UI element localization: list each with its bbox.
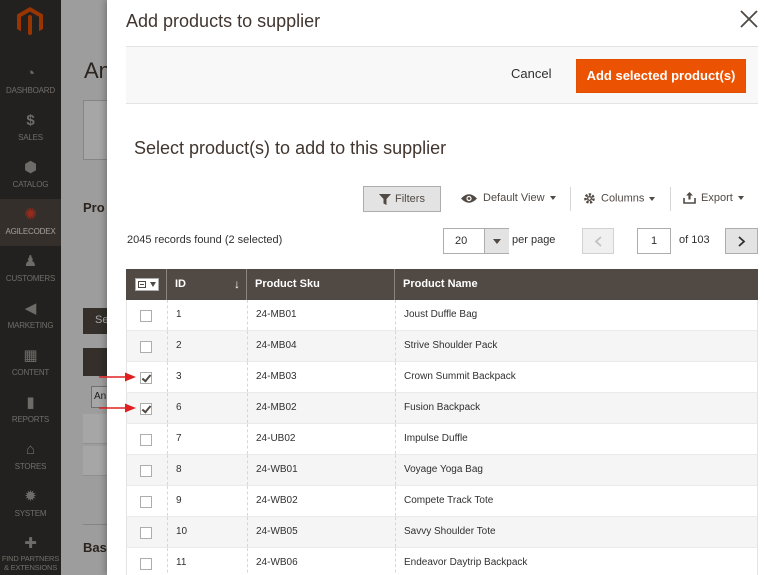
- cell-id: 6: [167, 393, 247, 423]
- cell-id: 9: [167, 486, 247, 516]
- row-checkbox[interactable]: [140, 527, 152, 539]
- columns-label: Columns: [601, 192, 645, 205]
- cell-id: 10: [167, 517, 247, 547]
- add-products-modal: Add products to supplier Cancel Add sele…: [107, 0, 765, 575]
- row-checkbox[interactable]: [140, 465, 152, 477]
- chevron-down-icon[interactable]: [484, 229, 509, 253]
- funnel-icon: [379, 193, 392, 205]
- row-checkbox[interactable]: [140, 496, 152, 508]
- default-view-dropdown[interactable]: Default View: [460, 192, 556, 204]
- cell-id: 1: [167, 300, 247, 330]
- filters-label: Filters: [395, 193, 425, 205]
- eye-icon: [461, 193, 477, 203]
- modal-title: Add products to supplier: [126, 11, 321, 31]
- table-row[interactable]: 9 24-WB02 Compete Track Tote: [126, 486, 758, 517]
- export-dropdown[interactable]: Export: [683, 192, 744, 204]
- row-select-cell: [127, 548, 167, 575]
- section-title: Select product(s) to add to this supplie…: [134, 138, 447, 158]
- cell-sku: 24-MB01: [247, 300, 395, 330]
- row-checkbox[interactable]: [140, 558, 152, 570]
- previous-page-button[interactable]: [582, 228, 614, 254]
- toolbar-divider: [670, 187, 671, 211]
- chevron-down-icon: [549, 196, 556, 201]
- cell-product-name: Savvy Shoulder Tote: [395, 517, 757, 547]
- cell-product-name: Voyage Yoga Bag: [395, 455, 757, 485]
- modal-actions-bar: Cancel Add selected product(s): [126, 46, 758, 104]
- cell-sku: 24-WB01: [247, 455, 395, 485]
- gear-icon: [584, 193, 595, 204]
- add-selected-products-button[interactable]: Add selected product(s): [576, 59, 746, 93]
- cell-sku: 24-MB03: [247, 362, 395, 392]
- checkbox-icon: [138, 281, 146, 288]
- chevron-right-icon: [738, 236, 746, 247]
- per-page-value: 20: [455, 235, 468, 247]
- column-header-id[interactable]: ID ↓: [166, 269, 246, 300]
- row-select-cell: [127, 424, 167, 454]
- cell-product-name: Fusion Backpack: [395, 393, 757, 423]
- cell-product-name: Impulse Duffle: [395, 424, 757, 454]
- row-select-cell: [127, 486, 167, 516]
- cancel-button[interactable]: Cancel: [511, 66, 551, 81]
- chevron-down-icon: [737, 196, 744, 201]
- chevron-down-icon: [150, 282, 156, 287]
- cell-sku: 24-MB02: [247, 393, 395, 423]
- cell-product-name: Joust Duffle Bag: [395, 300, 757, 330]
- table-row[interactable]: 2 24-MB04 Strive Shoulder Pack: [126, 331, 758, 362]
- columns-dropdown[interactable]: Columns: [583, 192, 656, 205]
- row-select-cell: [127, 455, 167, 485]
- filters-button[interactable]: Filters: [363, 186, 441, 212]
- row-checkbox[interactable]: [140, 403, 152, 415]
- next-page-button[interactable]: [725, 228, 758, 254]
- table-row[interactable]: 3 24-MB03 Crown Summit Backpack: [126, 362, 758, 393]
- cell-sku: 24-WB02: [247, 486, 395, 516]
- row-select-cell: [127, 517, 167, 547]
- table-row[interactable]: 1 24-MB01 Joust Duffle Bag: [126, 300, 758, 331]
- cell-sku: 24-WB06: [247, 548, 395, 575]
- sort-arrow-icon: ↓: [234, 277, 240, 291]
- row-checkbox[interactable]: [140, 310, 152, 322]
- table-row[interactable]: 8 24-WB01 Voyage Yoga Bag: [126, 455, 758, 486]
- column-header-name[interactable]: Product Name: [394, 269, 758, 300]
- red-arrow-annotation-icon: [99, 403, 136, 413]
- current-page-input[interactable]: [637, 228, 671, 254]
- export-label: Export: [701, 192, 733, 204]
- cell-id: 7: [167, 424, 247, 454]
- total-pages-text: of 103: [679, 234, 710, 246]
- row-checkbox[interactable]: [140, 341, 152, 353]
- records-found-text: 2045 records found (2 selected): [127, 234, 283, 246]
- table-row[interactable]: 7 24-UB02 Impulse Duffle: [126, 424, 758, 455]
- cell-product-name: Compete Track Tote: [395, 486, 757, 516]
- table-row[interactable]: 10 24-WB05 Savvy Shoulder Tote: [126, 517, 758, 548]
- cell-id: 8: [167, 455, 247, 485]
- chevron-left-icon: [594, 236, 602, 247]
- cell-id: 2: [167, 331, 247, 361]
- cell-product-name: Strive Shoulder Pack: [395, 331, 757, 361]
- default-view-label: Default View: [483, 192, 545, 204]
- column-header-sku[interactable]: Product Sku: [246, 269, 394, 300]
- close-icon[interactable]: [738, 8, 760, 30]
- cell-product-name: Crown Summit Backpack: [395, 362, 757, 392]
- row-select-cell: [127, 300, 167, 330]
- per-page-label: per page: [512, 234, 556, 246]
- mass-select-header: [126, 269, 166, 300]
- row-checkbox[interactable]: [140, 434, 152, 446]
- mass-select-dropdown[interactable]: [135, 278, 159, 291]
- red-arrow-annotation-icon: [99, 372, 136, 382]
- cell-id: 11: [167, 548, 247, 575]
- cell-sku: 24-WB05: [247, 517, 395, 547]
- export-icon: [683, 192, 696, 204]
- cell-sku: 24-UB02: [247, 424, 395, 454]
- grid-header: ID ↓ Product Sku Product Name: [126, 269, 758, 300]
- table-row[interactable]: 11 24-WB06 Endeavor Daytrip Backpack: [126, 548, 758, 575]
- row-select-cell: [127, 331, 167, 361]
- row-checkbox[interactable]: [140, 372, 152, 384]
- table-row[interactable]: 6 24-MB02 Fusion Backpack: [126, 393, 758, 424]
- toolbar-divider: [570, 187, 571, 211]
- chevron-down-icon: [649, 196, 656, 201]
- cell-product-name: Endeavor Daytrip Backpack: [395, 548, 757, 575]
- per-page-select[interactable]: 20: [443, 228, 509, 254]
- cell-id: 3: [167, 362, 247, 392]
- cell-sku: 24-MB04: [247, 331, 395, 361]
